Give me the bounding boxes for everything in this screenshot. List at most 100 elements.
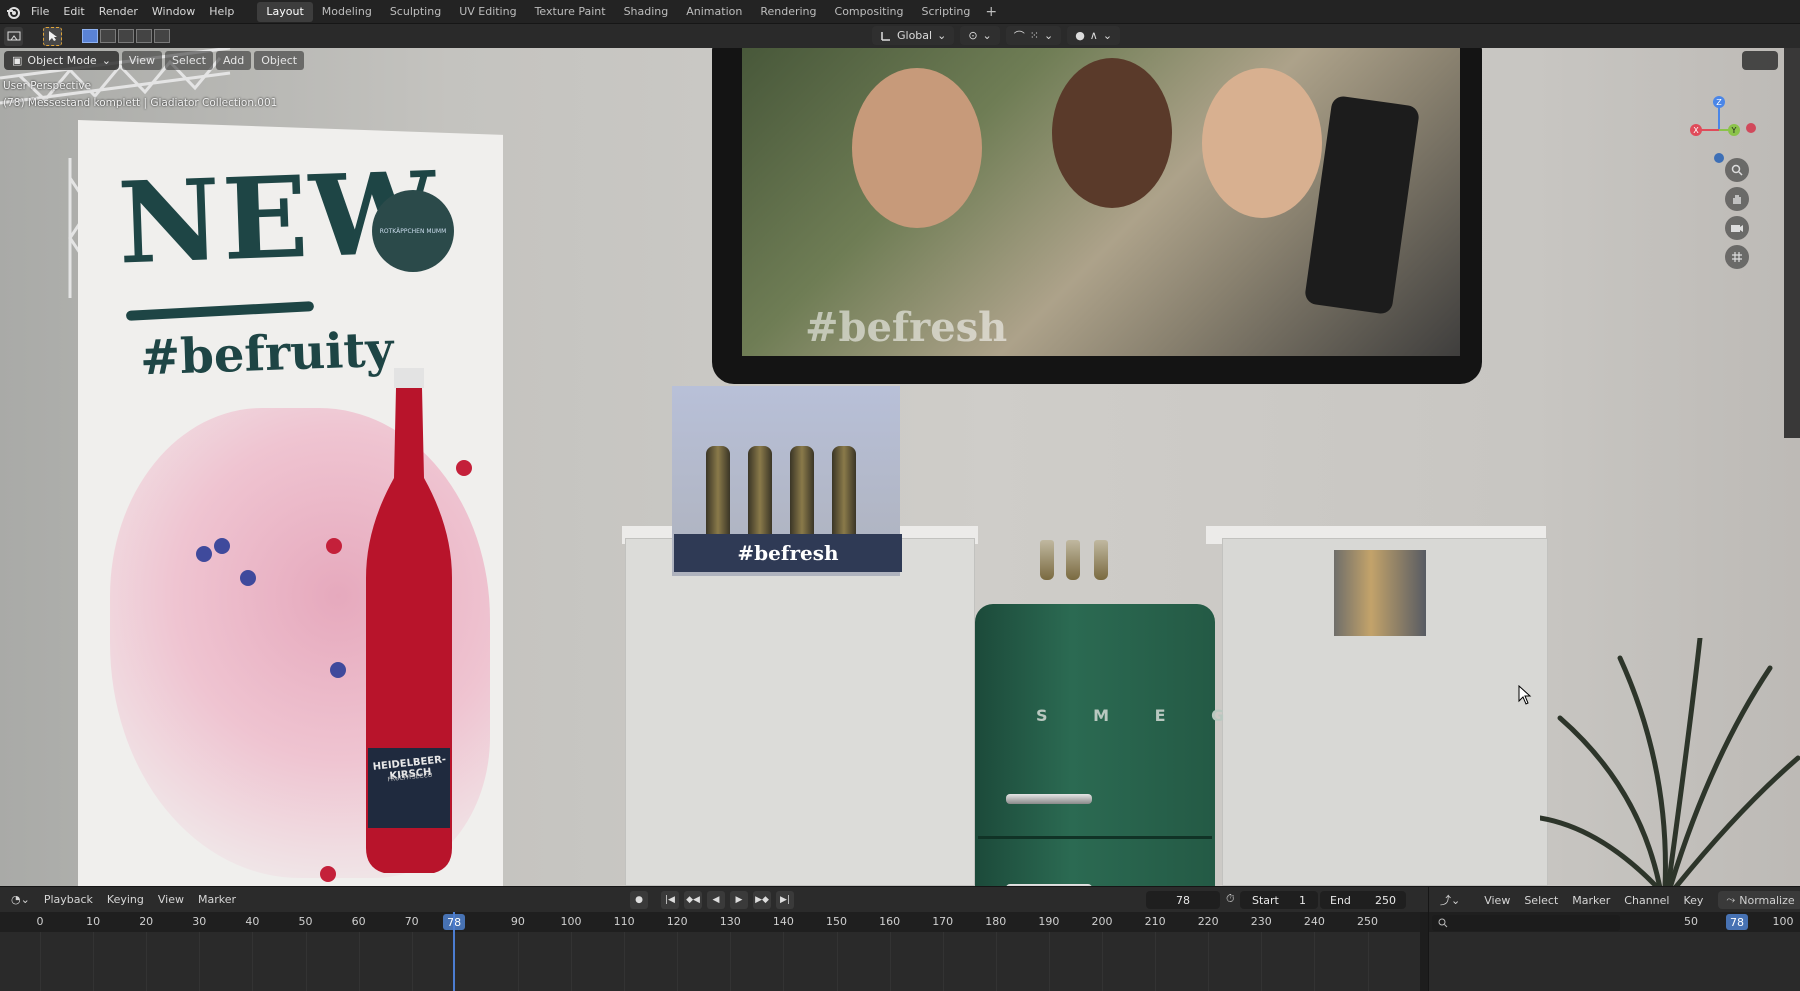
tab-animation[interactable]: Animation [677, 2, 751, 22]
timeline-gridline [1048, 932, 1050, 991]
object-mode-dropdown[interactable]: ▣ Object Mode ⌄ [4, 50, 119, 70]
tab-compositing[interactable]: Compositing [826, 2, 913, 22]
tab-shading[interactable]: Shading [615, 2, 678, 22]
jump-end-icon[interactable]: ▶| [776, 891, 794, 909]
record-icon[interactable]: ● [630, 891, 648, 909]
navigation-gizmo[interactable]: Z X Y [1674, 78, 1764, 168]
timeline-menu-marker[interactable]: Marker [191, 893, 243, 906]
graph-menu-marker[interactable]: Marker [1565, 894, 1617, 907]
chevron-down-icon: ⌄ [1102, 29, 1113, 42]
timeline-playhead[interactable] [453, 912, 456, 991]
viewport-menu-add[interactable]: Add [215, 50, 252, 70]
stopwatch-icon[interactable]: ⏱ [1226, 892, 1235, 906]
menu-file[interactable]: File [24, 0, 56, 24]
zoom-icon[interactable] [1725, 158, 1749, 182]
snap-grid-icon: ⁙ [1029, 29, 1039, 42]
blender-logo-icon[interactable] [2, 0, 24, 24]
timeline-tick-label: 190 [1038, 915, 1060, 928]
select-new-icon[interactable] [82, 29, 98, 43]
start-value: 1 [1299, 893, 1306, 907]
graph-editor-area[interactable] [1428, 932, 1800, 991]
3d-viewport[interactable]: NEW #befruity ROTKÄPPCHEN MUMM HEIDELBEE… [0, 48, 1800, 886]
viewport-menu-object[interactable]: Object [254, 50, 305, 70]
timeline-gridline [836, 932, 838, 991]
end-label: End [1330, 893, 1351, 907]
search-icon [1438, 918, 1448, 928]
select-intersect-icon[interactable] [154, 29, 170, 43]
select-extend-icon[interactable] [100, 29, 116, 43]
tab-modeling[interactable]: Modeling [313, 2, 381, 22]
snapping-dropdown[interactable]: ⌒ ⁙ ⌄ [1005, 26, 1062, 45]
viewport-menu-view[interactable]: View [121, 50, 163, 70]
jump-start-icon[interactable]: |◀ [661, 891, 679, 909]
start-frame-field[interactable]: Start 1 [1240, 891, 1318, 909]
timeline-tracks[interactable] [0, 932, 1420, 991]
proportional-editing-dropdown[interactable]: ● ∧ ⌄ [1067, 26, 1121, 45]
prev-keyframe-icon[interactable]: ◆◀ [684, 891, 702, 909]
magnet-icon: ⌒ [1013, 29, 1025, 43]
menu-help[interactable]: Help [202, 0, 241, 24]
viewport-overlays-button[interactable] [1742, 51, 1778, 70]
tab-rendering[interactable]: Rendering [751, 2, 825, 22]
graph-menu-key[interactable]: Key [1676, 894, 1710, 907]
gizmo-neg-x-axis[interactable] [1746, 123, 1756, 133]
graph-menu-channel[interactable]: Channel [1617, 894, 1676, 907]
graph-menu-view[interactable]: View [1477, 894, 1517, 907]
timeline-menu-keying[interactable]: Keying [100, 893, 151, 906]
ortho-grid-icon[interactable] [1725, 245, 1749, 269]
transform-orientation-dropdown[interactable]: Global ⌄ [872, 26, 955, 45]
timeline-menu-view[interactable]: View [151, 893, 191, 906]
tab-layout[interactable]: Layout [257, 1, 313, 22]
playback-controls: ● |◀ ◆◀ ◀ ▶ ▶◆ ▶| [630, 891, 794, 909]
menu-window[interactable]: Window [145, 0, 202, 24]
play-icon[interactable]: ▶ [730, 891, 748, 909]
timeline-tick-label: 180 [985, 915, 1007, 928]
channel-search-input[interactable] [1432, 915, 1620, 931]
palm-plant [1540, 638, 1800, 886]
timeline-ruler[interactable]: 0 10 20 30 40 50 60 70 90 100 110 120 130 140 150 160 17… [0, 912, 1420, 932]
timeline-gridline [995, 932, 997, 991]
tab-texture-paint[interactable]: Texture Paint [526, 2, 615, 22]
menu-render[interactable]: Render [92, 0, 145, 24]
timeline-gridline [358, 932, 360, 991]
gizmo-neg-z-axis[interactable] [1714, 153, 1724, 163]
select-subtract-icon[interactable] [118, 29, 134, 43]
timeline-gridline [942, 932, 944, 991]
add-workspace-button[interactable]: + [979, 4, 1003, 20]
timeline-editor-type-icon[interactable]: ◔⌄ [4, 893, 37, 906]
timeline-tick-label: 170 [932, 915, 954, 928]
tab-scripting[interactable]: Scripting [912, 2, 979, 22]
graph-current-frame-indicator[interactable]: 78 [1726, 914, 1748, 930]
timeline-tick-label: 240 [1303, 915, 1325, 928]
workspace-tabs: Layout Modeling Sculpting UV Editing Tex… [257, 0, 1003, 24]
next-keyframe-icon[interactable]: ▶◆ [753, 891, 771, 909]
pan-hand-icon[interactable] [1725, 187, 1749, 211]
timeline-gridline [517, 932, 519, 991]
play-reverse-icon[interactable]: ◀ [707, 891, 725, 909]
timeline-gridline [305, 932, 307, 991]
blueberry [330, 662, 346, 678]
viewport-menu-select[interactable]: Select [165, 50, 213, 70]
graph-menu-select[interactable]: Select [1517, 894, 1565, 907]
menu-edit[interactable]: Edit [56, 0, 91, 24]
select-invert-icon[interactable] [136, 29, 152, 43]
tab-uv-editing[interactable]: UV Editing [450, 2, 525, 22]
timeline-tick-label: 230 [1250, 915, 1272, 928]
sidebar-toggle-strip[interactable] [1784, 48, 1800, 438]
tv-hashtag: #befresh [805, 304, 1008, 351]
timeline-gridline [199, 932, 201, 991]
cherry [326, 538, 342, 554]
normalize-toggle[interactable]: ⤳ Normalize [1718, 891, 1800, 909]
current-frame-field[interactable]: 78 [1146, 891, 1220, 909]
tab-sculpting[interactable]: Sculpting [381, 2, 450, 22]
select-tool-icon[interactable] [43, 26, 62, 46]
end-frame-field[interactable]: End 250 [1320, 891, 1406, 909]
pivot-point-dropdown[interactable]: ⊙ ⌄ [960, 26, 1000, 45]
camera-view-icon[interactable] [1725, 216, 1749, 240]
timeline-tick-label: 130 [719, 915, 741, 928]
editor-type-icon[interactable] [4, 26, 23, 46]
graph-editor-type-icon[interactable]: ⤴⌄ [1433, 892, 1467, 908]
active-collection-label: (78) Messestand komplett | Gladiator Col… [3, 97, 278, 109]
timeline-menu-playback[interactable]: Playback [37, 893, 100, 906]
timeline-tick-label: 40 [245, 915, 260, 928]
